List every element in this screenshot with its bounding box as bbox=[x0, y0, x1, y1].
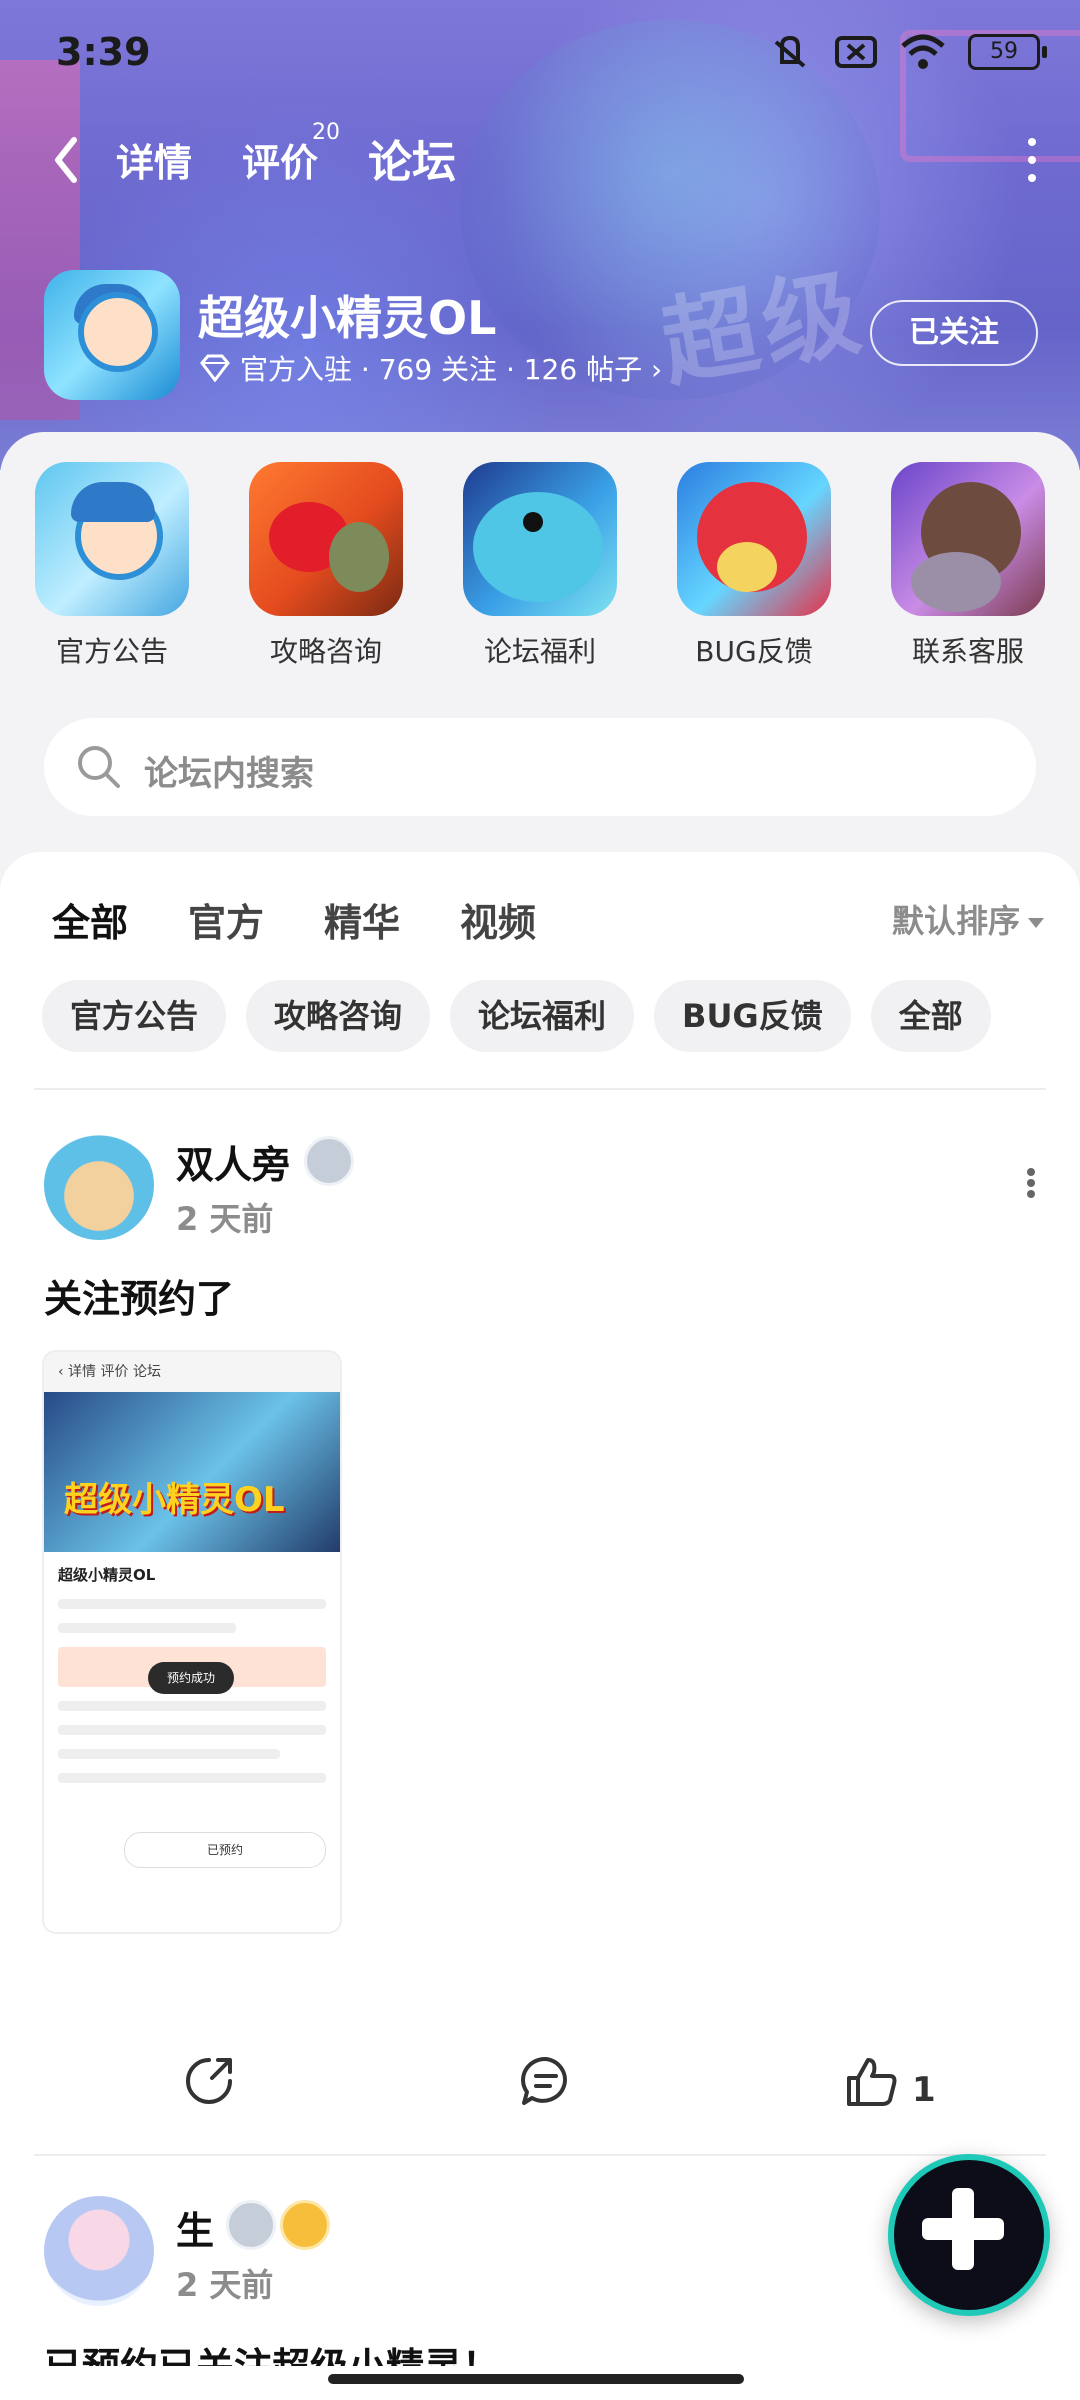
status-bar: 3:39 59 bbox=[0, 0, 1080, 100]
back-arrow-icon[interactable] bbox=[46, 130, 86, 190]
app-meta[interactable]: 官方入驻 · 769 关注 · 126 帖子 › bbox=[200, 348, 662, 388]
tab-forum[interactable]: 论坛 bbox=[368, 126, 456, 190]
screenshot-nav: ‹ 详情 评价 论坛 bbox=[44, 1352, 340, 1392]
divider bbox=[34, 2154, 1046, 2156]
category-official-notice[interactable]: 官方公告 bbox=[34, 462, 190, 670]
status-time: 3:39 bbox=[56, 30, 151, 74]
avatar[interactable] bbox=[44, 1130, 154, 1240]
feed-tab-video[interactable]: 视频 bbox=[460, 892, 536, 952]
follow-button[interactable]: 已关注 bbox=[870, 300, 1038, 366]
post-username[interactable]: 生 bbox=[176, 2200, 214, 2255]
post-text[interactable]: 关注预约了 bbox=[44, 1268, 234, 1323]
filter-chips: 官方公告 攻略咨询 论坛福利 BUG反馈 全部 bbox=[42, 980, 991, 1052]
screenshot-banner: 超级小精灵OL bbox=[44, 1392, 340, 1552]
mute-icon bbox=[774, 35, 806, 68]
screenshot-toast: 预约成功 bbox=[148, 1662, 234, 1694]
screenshot-line bbox=[58, 1599, 326, 1609]
category-label: 论坛福利 bbox=[483, 635, 596, 668]
post-text[interactable]: 已预约已关注超级小精灵！ bbox=[44, 2336, 500, 2366]
category-image bbox=[35, 462, 189, 616]
app-meta-text: 官方入驻 · 769 关注 · 126 帖子 › bbox=[240, 353, 663, 386]
post-image[interactable]: ‹ 详情 评价 论坛 超级小精灵OL 超级小精灵OL 预约成功 已预约 bbox=[44, 1352, 340, 1932]
screenshot-title: 超级小精灵OL bbox=[58, 1566, 156, 1584]
app-icon-art bbox=[78, 292, 158, 372]
search-icon bbox=[78, 746, 120, 788]
screenshot-banner-text: 超级小精灵OL bbox=[64, 1480, 285, 1520]
reviews-count-badge: 20 bbox=[312, 120, 340, 145]
feed-tabs: 全部 官方 精华 视频 bbox=[52, 892, 536, 956]
category-image bbox=[677, 462, 831, 616]
category-benefits[interactable]: 论坛福利 bbox=[462, 462, 618, 670]
like-count: 1 bbox=[912, 2070, 936, 2110]
screenshot-line bbox=[58, 1701, 326, 1711]
avatar[interactable] bbox=[44, 2196, 154, 2306]
category-shortcuts: 官方公告 攻略咨询 论坛福利 BUG反馈 联系客服 bbox=[0, 462, 1080, 668]
level-badge-icon bbox=[304, 1136, 354, 1186]
battery-indicator: 59 bbox=[968, 34, 1047, 70]
screenshot-line bbox=[58, 1623, 236, 1633]
vip-badge-icon bbox=[280, 2200, 330, 2250]
dropdown-arrow-icon bbox=[1028, 918, 1044, 928]
feed-tab-all[interactable]: 全部 bbox=[52, 892, 129, 956]
create-post-button[interactable] bbox=[888, 2154, 1050, 2316]
search-input[interactable]: 论坛内搜索 bbox=[44, 718, 1036, 816]
category-image bbox=[891, 462, 1045, 616]
post-username[interactable]: 双人旁 bbox=[176, 1134, 290, 1189]
chip-benefits[interactable]: 论坛福利 bbox=[450, 980, 635, 1052]
no-sim-icon bbox=[835, 36, 877, 68]
search-placeholder: 论坛内搜索 bbox=[144, 754, 314, 794]
screenshot-button: 已预约 bbox=[124, 1832, 326, 1868]
app-title: 超级小精灵OL bbox=[198, 291, 497, 345]
level-badge-icon bbox=[226, 2200, 276, 2250]
app-icon bbox=[44, 270, 180, 400]
category-label: BUG反馈 bbox=[695, 635, 813, 668]
post-time: 2 天前 bbox=[176, 2266, 274, 2304]
comment-icon[interactable] bbox=[518, 2054, 574, 2108]
post-more-icon[interactable] bbox=[1026, 1168, 1036, 1198]
diamond-icon bbox=[200, 354, 230, 382]
feed-tab-featured[interactable]: 精华 bbox=[324, 892, 400, 952]
category-strategy[interactable]: 攻略咨询 bbox=[248, 462, 404, 670]
more-menu-icon[interactable] bbox=[1026, 138, 1038, 182]
sort-dropdown[interactable]: 默认排序 bbox=[892, 896, 1044, 942]
tab-details[interactable]: 详情 bbox=[116, 132, 192, 187]
post-actions: 1 bbox=[0, 2030, 1080, 2130]
screenshot-line bbox=[58, 1773, 326, 1783]
post-time: 2 天前 bbox=[176, 1200, 274, 1238]
divider bbox=[34, 1088, 1046, 1090]
top-nav: 详情 评价 20 论坛 bbox=[0, 120, 1080, 200]
category-label: 联系客服 bbox=[911, 635, 1024, 668]
category-label: 官方公告 bbox=[55, 635, 168, 668]
home-indicator[interactable] bbox=[328, 2374, 744, 2384]
chip-strategy[interactable]: 攻略咨询 bbox=[246, 980, 431, 1052]
category-bug-report[interactable]: BUG反馈 bbox=[676, 462, 832, 670]
screenshot-line bbox=[58, 1725, 326, 1735]
status-icons: 59 bbox=[768, 32, 1047, 72]
category-image bbox=[249, 462, 403, 616]
sort-label: 默认排序 bbox=[891, 902, 1020, 940]
chip-official-notice[interactable]: 官方公告 bbox=[42, 980, 227, 1052]
category-customer-service[interactable]: 联系客服 bbox=[890, 462, 1046, 670]
category-image bbox=[463, 462, 617, 616]
category-label: 攻略咨询 bbox=[269, 635, 382, 668]
feed-tab-official[interactable]: 官方 bbox=[188, 892, 264, 952]
tab-reviews[interactable]: 评价 bbox=[242, 132, 318, 187]
chip-bug-report[interactable]: BUG反馈 bbox=[654, 980, 851, 1052]
chip-all[interactable]: 全部 bbox=[870, 980, 991, 1052]
like-icon[interactable] bbox=[844, 2054, 900, 2108]
share-icon[interactable] bbox=[182, 2054, 236, 2108]
wifi-icon bbox=[901, 34, 945, 69]
screenshot-line bbox=[58, 1749, 280, 1759]
